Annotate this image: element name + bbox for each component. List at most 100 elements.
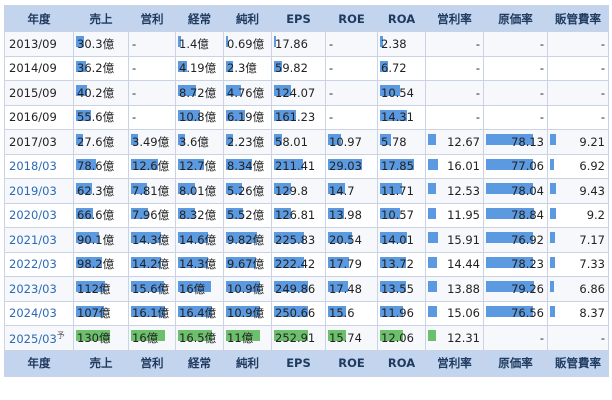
sales-value: 107億 xyxy=(77,306,111,321)
eps-value: 59.82 xyxy=(275,61,308,76)
sga-ratio-cell: - xyxy=(547,55,609,81)
net-profit-cell: 5.26億 xyxy=(223,178,272,204)
operating-profit-value: - xyxy=(132,61,137,76)
roa-cell: 17.85 xyxy=(377,153,426,179)
operating-profit-value: 12.6億 xyxy=(132,159,170,174)
col-header-net-profit: 純利 xyxy=(223,5,272,32)
year-cell[interactable]: 2022/03 xyxy=(4,251,74,277)
operating-margin-value: 12.31 xyxy=(447,330,480,345)
year-link[interactable]: 2018/03 xyxy=(9,159,57,173)
roe-value: 15.6 xyxy=(329,306,355,321)
col-footer-sga-ratio: 販管費率 xyxy=(547,349,609,377)
roe-value: 14.7 xyxy=(329,183,355,198)
operating-profit-value: - xyxy=(132,110,137,125)
sga-ratio-value: 8.37 xyxy=(579,306,605,321)
col-header-roa: ROA xyxy=(377,5,426,32)
col-footer-operating-profit: 営利 xyxy=(128,349,176,377)
footer-header-row: 年度 売上 営利 経常 純利 EPS ROE ROA 営利率 原価率 販管費率 xyxy=(4,349,609,377)
cost-ratio-cell: - xyxy=(483,55,548,81)
sales-cell: 62.3億 xyxy=(73,178,129,204)
operating-profit-cell: 14.3億 xyxy=(128,227,176,253)
ordinary-profit-value: 8.72億 xyxy=(179,85,217,100)
col-footer-operating-margin: 営利率 xyxy=(425,349,484,377)
sga-ratio-value: 9.43 xyxy=(579,183,605,198)
year-cell[interactable]: 2019/03 xyxy=(4,178,74,204)
operating-profit-cell: - xyxy=(128,31,176,57)
roe-value: 15.74 xyxy=(329,330,362,345)
roe-cell: 20.54 xyxy=(325,227,378,253)
year-cell[interactable]: 2021/03 xyxy=(4,227,74,253)
roa-value: 10.57 xyxy=(381,208,414,223)
operating-margin-cell: - xyxy=(425,104,484,130)
ordinary-profit-cell: 12.7億 xyxy=(175,153,224,179)
col-header-roe: ROE xyxy=(325,5,378,32)
operating-margin-cell: 12.67 xyxy=(425,129,484,155)
eps-cell: 252.91 xyxy=(271,325,326,351)
year-cell[interactable]: 2023/03 xyxy=(4,276,74,302)
col-header-ordinary-profit: 経常 xyxy=(175,5,224,32)
year-cell[interactable]: 2024/03 xyxy=(4,300,74,326)
eps-value: 17.86 xyxy=(275,36,308,51)
operating-profit-value: 16.1億 xyxy=(132,306,170,321)
sga-ratio-cell: 6.86 xyxy=(547,276,609,302)
year-link[interactable]: 2019/03 xyxy=(9,184,57,198)
roa-value: 14.31 xyxy=(381,110,414,125)
ordinary-profit-value: 8.32億 xyxy=(179,208,217,223)
operating-margin-value: 12.67 xyxy=(447,134,480,149)
operating-margin-value: 14.44 xyxy=(447,257,480,272)
eps-value: 161.23 xyxy=(275,110,316,125)
ordinary-profit-value: 1.4億 xyxy=(179,36,209,51)
operating-profit-value: 16億 xyxy=(132,330,159,345)
year-link[interactable]: 2024/03 xyxy=(9,306,57,320)
eps-cell: 249.86 xyxy=(271,276,326,302)
net-profit-cell: 2.23億 xyxy=(223,129,272,155)
year-link[interactable]: 2020/03 xyxy=(9,208,57,222)
roa-cell: 5.78 xyxy=(377,129,426,155)
year-cell[interactable]: 2025/03予 xyxy=(4,325,74,351)
table-row: 2021/03 90.1億 14.3億 14.6億 9.82億 225.83 20.54 14… xyxy=(4,227,609,253)
sga-ratio-value: 6.86 xyxy=(579,281,605,296)
year-cell[interactable]: 2018/03 xyxy=(4,153,74,179)
year-cell: 2013/09 xyxy=(4,31,74,57)
operating-profit-value: 14.2億 xyxy=(132,257,170,272)
year-link[interactable]: 2021/03 xyxy=(9,233,57,247)
cost-ratio-cell: - xyxy=(483,80,548,106)
ordinary-profit-value: 16.4億 xyxy=(179,306,217,321)
sales-value: 78.6億 xyxy=(77,159,115,174)
eps-cell: 59.82 xyxy=(271,55,326,81)
roe-cell: - xyxy=(325,55,378,81)
operating-profit-cell: - xyxy=(128,104,176,130)
cost-ratio-cell: - xyxy=(483,325,548,351)
year-link[interactable]: 2022/03 xyxy=(9,257,57,271)
eps-cell: 225.83 xyxy=(271,227,326,253)
roa-value: 17.85 xyxy=(381,159,414,174)
cost-ratio-cell: 78.84 xyxy=(483,202,548,228)
roe-value: 17.79 xyxy=(329,257,362,272)
eps-cell: 250.66 xyxy=(271,300,326,326)
header-row: 年度 売上 営利 経常 純利 EPS ROE ROA 営利率 原価率 販管費率 xyxy=(4,5,609,32)
year-link[interactable]: 2023/03 xyxy=(9,282,57,296)
cost-ratio-value: 76.92 xyxy=(511,232,544,247)
eps-cell: 222.42 xyxy=(271,251,326,277)
col-footer-eps: EPS xyxy=(271,349,326,377)
net-profit-value: 5.52億 xyxy=(227,208,265,223)
eps-cell: 58.01 xyxy=(271,129,326,155)
year-link[interactable]: 2025/03 xyxy=(9,332,57,346)
sales-value: 27.6億 xyxy=(77,134,115,149)
operating-profit-value: 7.96億 xyxy=(132,208,170,223)
sga-ratio-cell: - xyxy=(547,80,609,106)
eps-value: 58.01 xyxy=(275,134,308,149)
cost-ratio-value: - xyxy=(539,61,544,76)
cost-ratio-cell: 76.92 xyxy=(483,227,548,253)
cost-ratio-cell: - xyxy=(483,104,548,130)
net-profit-cell: 8.34億 xyxy=(223,153,272,179)
financial-table: 年度 売上 営利 経常 純利 EPS ROE ROA 営利率 原価率 販管費率 … xyxy=(4,5,609,377)
forecast-mark: 予 xyxy=(56,330,65,340)
ordinary-profit-value: 16億 xyxy=(179,281,206,296)
roa-value: 11.71 xyxy=(381,183,414,198)
sales-value: 40.2億 xyxy=(77,85,115,100)
year-cell[interactable]: 2020/03 xyxy=(4,202,74,228)
net-profit-value: 6.19億 xyxy=(227,110,265,125)
net-profit-value: 2.23億 xyxy=(227,134,265,149)
eps-cell: 124.07 xyxy=(271,80,326,106)
